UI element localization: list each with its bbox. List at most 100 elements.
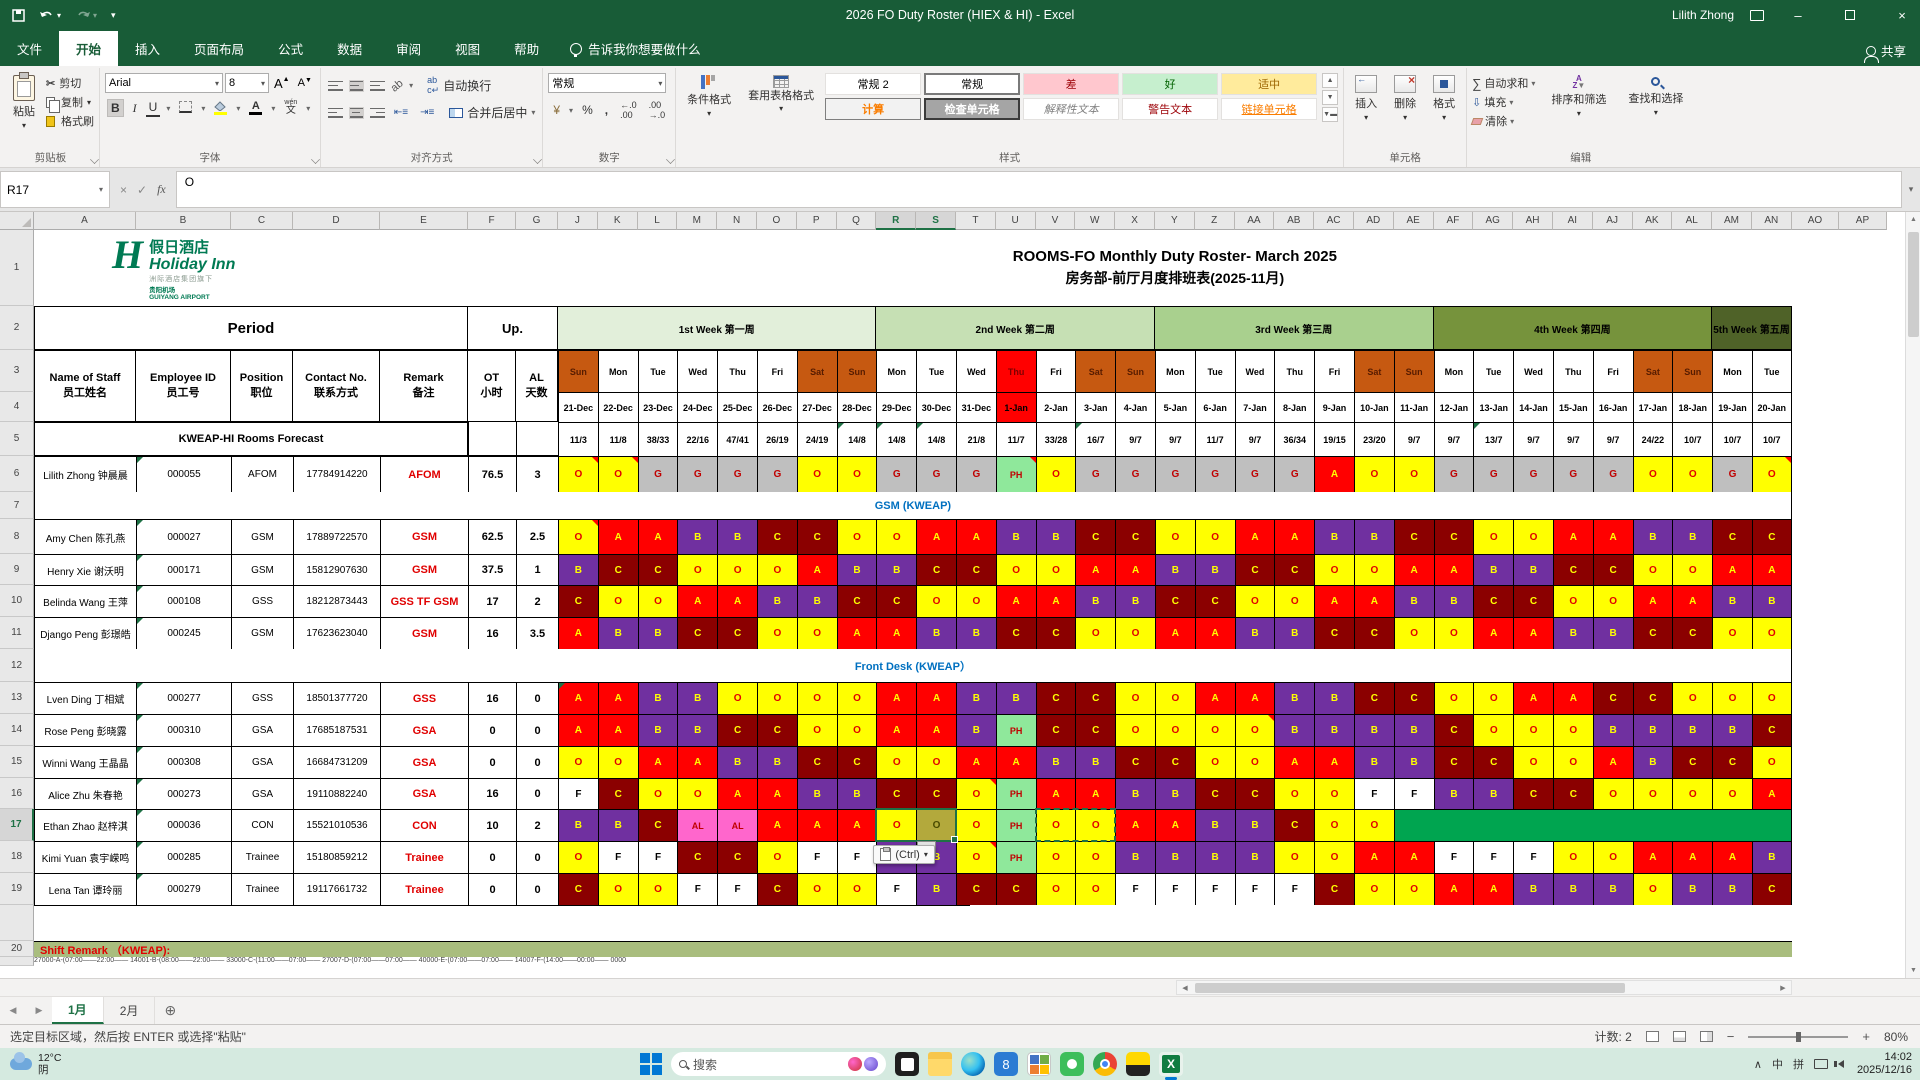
forecast-cell[interactable]: 11/3	[558, 422, 598, 456]
roster-cell[interactable]: O	[1593, 585, 1633, 617]
staff-name-cell[interactable]: Rose Peng 彭晓露	[34, 714, 136, 746]
user-name[interactable]: Lilith Zhong	[1672, 8, 1734, 22]
roster-cell[interactable]: PH	[996, 809, 1036, 841]
roster-cell[interactable]: O	[1473, 714, 1513, 746]
roster-cell[interactable]: C	[916, 554, 956, 585]
roster-cell[interactable]: C	[558, 585, 598, 617]
roster-cell[interactable]: O	[1115, 682, 1155, 714]
roster-cell[interactable]: B	[1633, 714, 1673, 746]
roster-cell[interactable]: B	[996, 682, 1036, 714]
roster-cell[interactable]: B	[1434, 585, 1474, 617]
roster-cell[interactable]: B	[638, 682, 678, 714]
forecast-cell[interactable]: 11/8	[598, 422, 638, 456]
roster-cell[interactable]: C	[1036, 617, 1076, 649]
roster-cell[interactable]: O	[1434, 682, 1474, 714]
increase-indent-icon[interactable]: ⇥≡	[417, 106, 437, 119]
roster-cell[interactable]: G	[1712, 456, 1752, 492]
contact-cell[interactable]: 17784914220	[293, 456, 380, 492]
roster-cell[interactable]: C	[1434, 746, 1474, 778]
row-header-2[interactable]: 2	[0, 306, 34, 350]
roster-cell[interactable]: C	[1075, 519, 1115, 554]
roster-cell[interactable]: O	[1672, 554, 1712, 585]
column-header-AL[interactable]: AL	[1672, 212, 1712, 230]
ot-cell[interactable]: 0	[468, 714, 516, 746]
roster-cell[interactable]: A	[1672, 585, 1712, 617]
al-cell[interactable]: 2	[516, 585, 558, 617]
remark-cell[interactable]: Trainee	[380, 841, 468, 873]
roster-cell[interactable]: B	[837, 778, 877, 809]
cell-style-chip[interactable]: 适中	[1221, 73, 1317, 95]
roster-cell[interactable]: G	[1195, 456, 1235, 492]
font-family-select[interactable]: Arial▾	[105, 73, 223, 93]
roster-cell[interactable]: C	[677, 617, 717, 649]
forecast-cell[interactable]: 47/41	[717, 422, 757, 456]
minimize-button[interactable]: –	[1780, 0, 1816, 30]
roster-cell[interactable]: C	[1075, 682, 1115, 714]
roster-cell[interactable]: B	[1593, 617, 1633, 649]
insert-function-icon[interactable]: fx	[157, 182, 166, 197]
roster-cell[interactable]: A	[916, 682, 956, 714]
row-header-19[interactable]: 19	[0, 873, 34, 905]
roster-cell[interactable]: O	[1633, 554, 1673, 585]
contact-cell[interactable]: 15812907630	[293, 554, 380, 585]
employee-id-cell[interactable]: 000310	[136, 714, 231, 746]
roster-cell[interactable]: B	[1036, 519, 1076, 554]
align-right-icon[interactable]	[370, 107, 385, 119]
roster-cell[interactable]: A	[1314, 585, 1354, 617]
column-header-AI[interactable]: AI	[1553, 212, 1593, 230]
roster-cell[interactable]: O	[558, 841, 598, 873]
roster-cell[interactable]: O	[1195, 714, 1235, 746]
roster-cell[interactable]: B	[1672, 519, 1712, 554]
roster-cell[interactable]: O	[1633, 456, 1673, 492]
roster-cell[interactable]: O	[797, 617, 837, 649]
al-cell[interactable]: 2	[516, 809, 558, 841]
cut-button[interactable]: ✂剪切	[46, 75, 94, 91]
column-header-X[interactable]: X	[1115, 212, 1155, 230]
roster-cell[interactable]: O	[1553, 746, 1593, 778]
remark-cell[interactable]: GSA	[380, 746, 468, 778]
roster-cell[interactable]: C	[1155, 585, 1195, 617]
column-header-O[interactable]: O	[757, 212, 797, 230]
roster-cell[interactable]: A	[1394, 841, 1434, 873]
roster-cell[interactable]: O	[598, 585, 638, 617]
contact-cell[interactable]: 17623623040	[293, 617, 380, 649]
volume-icon[interactable]	[1838, 1060, 1844, 1068]
roster-cell[interactable]: O	[797, 682, 837, 714]
scrollbar-thumb[interactable]	[1195, 983, 1625, 993]
position-cell[interactable]: GSA	[231, 746, 293, 778]
format-painter-button[interactable]: 格式刷	[46, 113, 94, 129]
column-header-S[interactable]: S	[916, 212, 956, 230]
zoom-out-icon[interactable]: −	[1727, 1029, 1735, 1044]
al-cell[interactable]: 0	[516, 841, 558, 873]
al-cell[interactable]: 2.5	[516, 519, 558, 554]
roster-cell[interactable]: C	[1513, 778, 1553, 809]
column-header-V[interactable]: V	[1036, 212, 1076, 230]
column-header-J[interactable]: J	[558, 212, 598, 230]
contact-cell[interactable]: 18212873443	[293, 585, 380, 617]
wrap-text-button[interactable]: abc↵自动换行	[427, 75, 491, 96]
roster-cell[interactable]: C	[1274, 809, 1314, 841]
roster-cell[interactable]: A	[1195, 682, 1235, 714]
clear-button[interactable]: 清除▾	[1472, 113, 1535, 129]
roster-cell[interactable]: O	[876, 809, 916, 841]
roster-cell[interactable]: C	[996, 873, 1036, 905]
roster-cell[interactable]: O	[1712, 682, 1752, 714]
roster-cell[interactable]: A	[1473, 873, 1513, 905]
ot-cell[interactable]: 16	[468, 682, 516, 714]
row-header-4[interactable]: 4	[0, 392, 34, 422]
column-header-L[interactable]: L	[638, 212, 678, 230]
roster-cell[interactable]: C	[876, 778, 916, 809]
roster-cell[interactable]: O	[1354, 554, 1394, 585]
roster-cell[interactable]: C	[1036, 714, 1076, 746]
roster-cell[interactable]: C	[1314, 617, 1354, 649]
roster-cell[interactable]: G	[638, 456, 678, 492]
roster-cell[interactable]: C	[717, 617, 757, 649]
roster-cell[interactable]: B	[956, 617, 996, 649]
position-cell[interactable]: CON	[231, 809, 293, 841]
roster-cell[interactable]: A	[1434, 554, 1474, 585]
roster-cell[interactable]: B	[1314, 519, 1354, 554]
zoom-slider[interactable]	[1748, 1036, 1848, 1038]
roster-cell[interactable]: B	[1593, 714, 1633, 746]
ot-cell[interactable]: 0	[468, 746, 516, 778]
roster-cell[interactable]: O	[1274, 841, 1314, 873]
